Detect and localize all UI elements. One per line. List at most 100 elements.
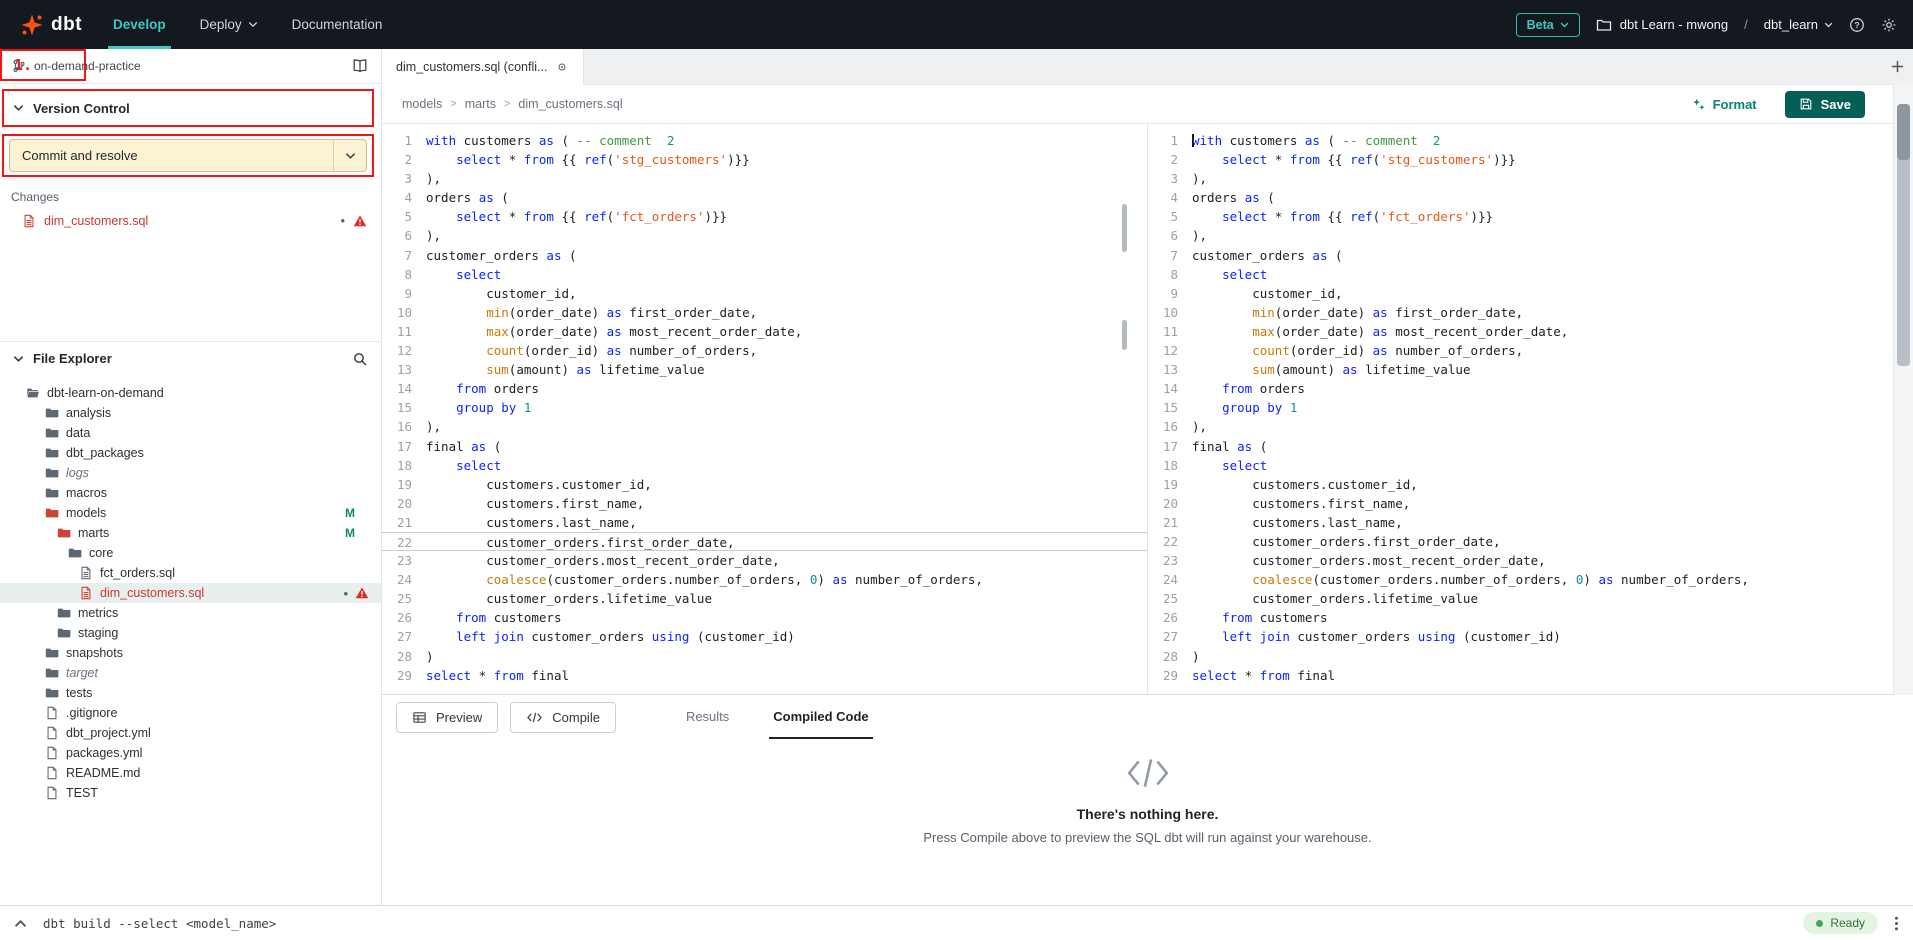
kebab-menu-icon[interactable] [1894,915,1899,932]
code-line-27[interactable]: 27 left join customer_orders using (cust… [1148,627,1893,646]
code-line-20[interactable]: 20 customers.first_name, [382,494,1147,513]
code-line-21[interactable]: 21 customers.last_name, [382,513,1147,532]
code-line-2[interactable]: 2 select * from {{ ref('stg_customers')}… [1148,150,1893,169]
tree-item-dbt_packages[interactable]: dbt_packages [0,443,381,463]
code-line-26[interactable]: 26 from customers [382,608,1147,627]
editor-pane-left[interactable]: 1with customers as ( -- comment 22 selec… [382,124,1147,694]
code-line-16[interactable]: 16), [1148,417,1893,436]
code-line-4[interactable]: 4orders as ( [382,188,1147,207]
tree-item-core[interactable]: core [0,543,381,563]
code-line-18[interactable]: 18 select [382,456,1147,475]
pane-scrollbar-thumb[interactable] [1122,204,1127,252]
format-button[interactable]: Format [1685,96,1763,113]
nav-item-documentation[interactable]: Documentation [275,0,400,49]
code-line-8[interactable]: 8 select [1148,265,1893,284]
code-line-1[interactable]: 1with customers as ( -- comment 2 [1148,131,1893,150]
command-input[interactable]: dbt build --select <model_name> [43,916,1787,931]
code-line-20[interactable]: 20 customers.first_name, [1148,494,1893,513]
tab-compiled-code[interactable]: Compiled Code [769,695,872,739]
code-line-22[interactable]: 22 customer_orders.first_order_date, [1148,532,1893,551]
code-line-7[interactable]: 7customer_orders as ( [1148,246,1893,265]
code-line-12[interactable]: 12 count(order_id) as number_of_orders, [1148,341,1893,360]
code-line-23[interactable]: 23 customer_orders.most_recent_order_dat… [382,551,1147,570]
code-line-27[interactable]: 27 left join customer_orders using (cust… [382,627,1147,646]
code-line-10[interactable]: 10 min(order_date) as first_order_date, [1148,303,1893,322]
code-line-1[interactable]: 1with customers as ( -- comment 2 [382,131,1147,150]
code-line-15[interactable]: 15 group by 1 [1148,398,1893,417]
code-line-5[interactable]: 5 select * from {{ ref('fct_orders')}} [1148,207,1893,226]
code-line-28[interactable]: 28) [1148,647,1893,666]
tree-item-metrics[interactable]: metrics [0,603,381,623]
code-line-19[interactable]: 19 customers.customer_id, [382,475,1147,494]
code-line-8[interactable]: 8 select [382,265,1147,284]
modified-indicator-icon[interactable] [555,60,569,74]
tab-results[interactable]: Results [682,695,733,739]
editor-scrollbar[interactable] [1893,84,1913,695]
tree-item-fct_orders.sql[interactable]: fct_orders.sql [0,563,381,583]
code-line-25[interactable]: 25 customer_orders.lifetime_value [382,589,1147,608]
code-line-6[interactable]: 6), [382,226,1147,245]
status-badge[interactable]: Ready [1803,912,1878,934]
code-line-10[interactable]: 10 min(order_date) as first_order_date, [382,303,1147,322]
pane-scrollbar-thumb[interactable] [1122,320,1127,350]
code-line-18[interactable]: 18 select [1148,456,1893,475]
code-line-3[interactable]: 3), [382,169,1147,188]
code-line-11[interactable]: 11 max(order_date) as most_recent_order_… [1148,322,1893,341]
tree-item-analysis[interactable]: analysis [0,403,381,423]
tree-item-dbt-learn-on-demand[interactable]: dbt-learn-on-demand [0,383,381,403]
tree-item-tests[interactable]: tests [0,683,381,703]
code-line-14[interactable]: 14 from orders [1148,379,1893,398]
code-line-14[interactable]: 14 from orders [382,379,1147,398]
tree-item-snapshots[interactable]: snapshots [0,643,381,663]
code-line-19[interactable]: 19 customers.customer_id, [1148,475,1893,494]
chevron-up-icon[interactable] [14,919,27,928]
code-line-7[interactable]: 7customer_orders as ( [382,246,1147,265]
dbt-logo[interactable]: dbt [16,13,96,37]
file-explorer-header[interactable]: File Explorer [0,341,381,375]
code-line-4[interactable]: 4orders as ( [1148,188,1893,207]
code-line-29[interactable]: 29select * from final [1148,666,1893,685]
version-control-header[interactable]: Version Control [0,91,381,125]
tree-item-staging[interactable]: staging [0,623,381,643]
code-line-3[interactable]: 3), [1148,169,1893,188]
docs-book-icon[interactable] [351,58,369,74]
code-line-24[interactable]: 24 coalesce(customer_orders.number_of_or… [382,570,1147,589]
code-line-24[interactable]: 24 coalesce(customer_orders.number_of_or… [1148,570,1893,589]
code-line-13[interactable]: 13 sum(amount) as lifetime_value [1148,360,1893,379]
search-icon[interactable] [352,351,368,367]
tab-dim-customers[interactable]: dim_customers.sql (confli... [382,49,584,85]
help-icon[interactable]: ? [1849,17,1865,33]
tree-item-data[interactable]: data [0,423,381,443]
code-line-17[interactable]: 17final as ( [1148,437,1893,456]
code-line-5[interactable]: 5 select * from {{ ref('fct_orders')}} [382,207,1147,226]
tree-item-TEST[interactable]: TEST [0,783,381,803]
editor-pane-right[interactable]: 1with customers as ( -- comment 22 selec… [1148,124,1893,694]
code-line-12[interactable]: 12 count(order_id) as number_of_orders, [382,341,1147,360]
code-line-22[interactable]: 22 customer_orders.first_order_date, [382,532,1147,551]
tree-item-marts[interactable]: martsM [0,523,381,543]
tree-item-packages.yml[interactable]: packages.yml [0,743,381,763]
code-line-21[interactable]: 21 customers.last_name, [1148,513,1893,532]
code-line-17[interactable]: 17final as ( [382,437,1147,456]
code-line-9[interactable]: 9 customer_id, [1148,284,1893,303]
code-line-2[interactable]: 2 select * from {{ ref('stg_customers')}… [382,150,1147,169]
nav-item-deploy[interactable]: Deploy [183,0,275,49]
breadcrumb-marts[interactable]: marts [465,97,496,111]
code-line-26[interactable]: 26 from customers [1148,608,1893,627]
code-line-11[interactable]: 11 max(order_date) as most_recent_order_… [382,322,1147,341]
tree-item-dbt_project.yml[interactable]: dbt_project.yml [0,723,381,743]
tree-item-macros[interactable]: macros [0,483,381,503]
breadcrumb-models[interactable]: models [402,97,442,111]
tree-item-.gitignore[interactable]: .gitignore [0,703,381,723]
code-line-25[interactable]: 25 customer_orders.lifetime_value [1148,589,1893,608]
changed-file-dim_customers.sql[interactable]: dim_customers.sql• [0,209,381,232]
breadcrumb-file[interactable]: dim_customers.sql [518,97,622,111]
code-line-9[interactable]: 9 customer_id, [382,284,1147,303]
account-menu[interactable]: dbt Learn - mwong [1596,17,1728,33]
tree-item-logs[interactable]: logs [0,463,381,483]
tree-item-dim_customers.sql[interactable]: dim_customers.sql• [0,583,381,603]
commit-and-resolve-button[interactable]: Commit and resolve [9,139,367,172]
code-line-28[interactable]: 28) [382,647,1147,666]
beta-toggle[interactable]: Beta [1516,13,1580,37]
nav-item-develop[interactable]: Develop [96,0,183,49]
